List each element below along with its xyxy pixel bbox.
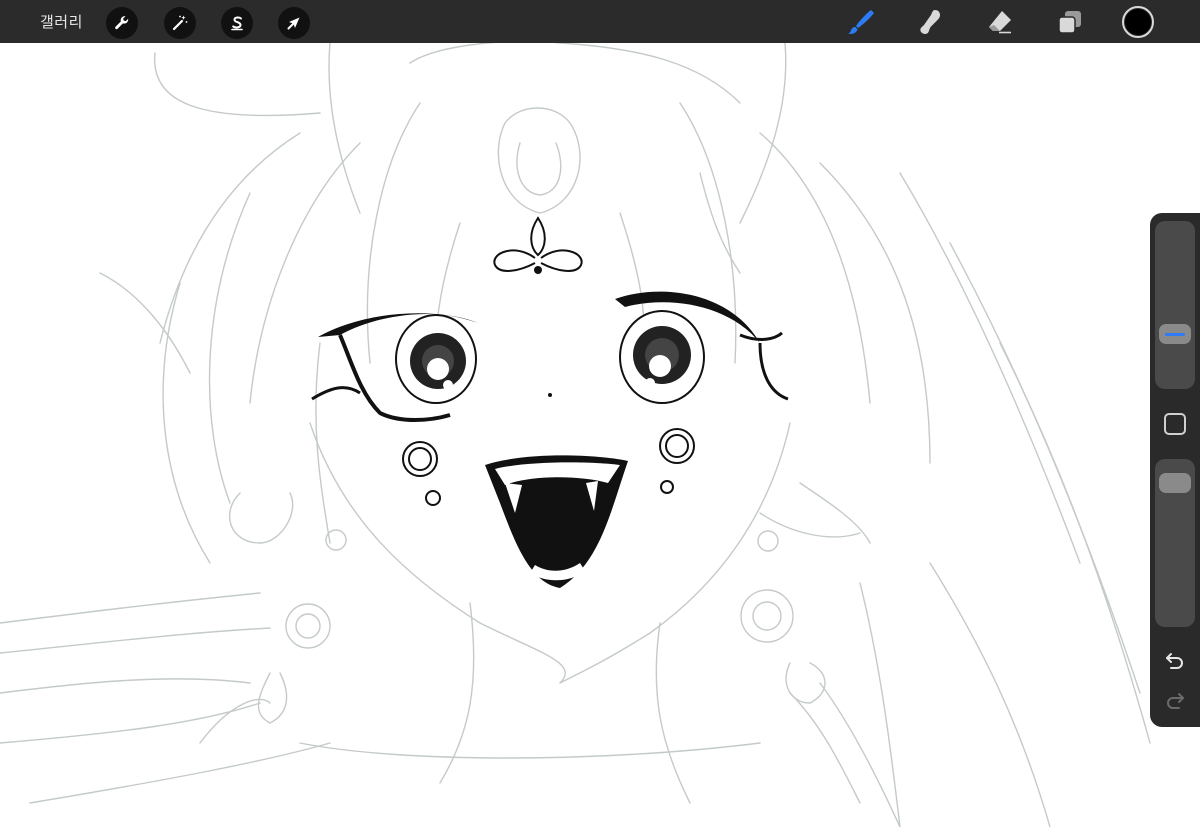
smudge-tool-button[interactable] xyxy=(913,5,947,39)
undo-icon xyxy=(1166,653,1183,669)
left-eye xyxy=(311,313,478,422)
drawing-canvas[interactable] xyxy=(0,43,1200,827)
eraser-icon xyxy=(989,11,1011,34)
brush-size-slider[interactable] xyxy=(1155,221,1195,389)
redo-button[interactable] xyxy=(1162,687,1188,713)
current-color-swatch xyxy=(1125,9,1151,35)
sketch-artwork xyxy=(0,43,1151,827)
size-indicator-line xyxy=(1165,332,1185,336)
magic-wand-icon xyxy=(172,15,188,31)
mouth xyxy=(485,455,628,588)
modify-button[interactable] xyxy=(1164,413,1186,435)
undo-button[interactable] xyxy=(1162,647,1188,673)
side-toolbar xyxy=(1150,213,1200,727)
actions-button[interactable] xyxy=(106,7,138,39)
gallery-button[interactable]: 갤러리 xyxy=(40,11,83,32)
selection-button[interactable] xyxy=(221,7,253,39)
sketch-layer xyxy=(0,43,1151,827)
layers-icon xyxy=(1058,11,1081,34)
top-toolbar: 갤러리 xyxy=(0,0,1200,43)
eraser-tool-button[interactable] xyxy=(983,5,1017,39)
arrow-cursor-icon xyxy=(287,17,300,30)
brush-size-thumb[interactable] xyxy=(1159,324,1191,345)
selection-s-icon xyxy=(231,16,243,31)
forehead-ornament xyxy=(493,216,583,274)
color-picker-button[interactable] xyxy=(1122,6,1154,38)
transform-button[interactable] xyxy=(278,7,310,39)
adjustments-button[interactable] xyxy=(164,7,196,39)
opacity-thumb[interactable] xyxy=(1159,472,1191,493)
smudge-finger-icon xyxy=(920,10,940,34)
opacity-slider[interactable] xyxy=(1155,459,1195,627)
brush-icon xyxy=(848,10,874,35)
layers-tool-button[interactable] xyxy=(1053,5,1087,39)
nose xyxy=(548,393,552,397)
right-eye xyxy=(615,291,789,404)
redo-icon xyxy=(1167,693,1184,709)
brush-tool-button[interactable] xyxy=(843,5,877,39)
wrench-icon xyxy=(115,16,129,30)
